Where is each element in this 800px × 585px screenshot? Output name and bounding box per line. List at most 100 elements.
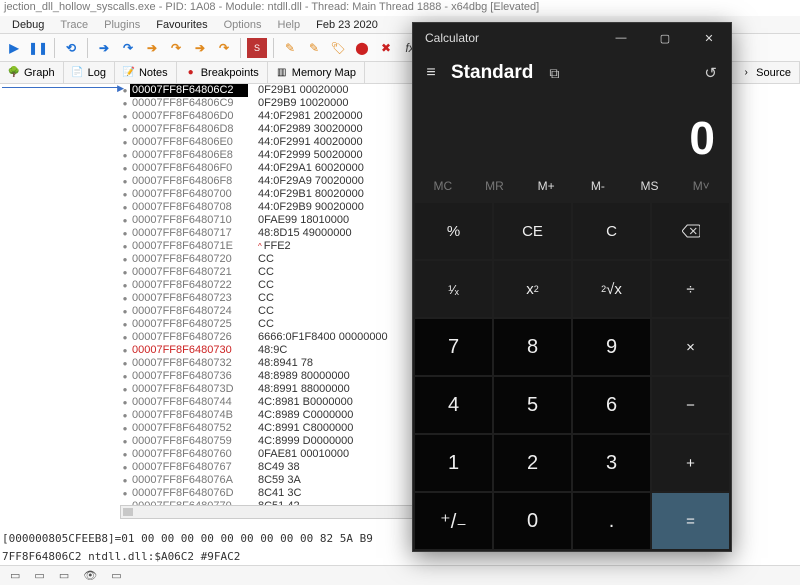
row-bullet-icon: ●	[120, 227, 130, 240]
run-icon[interactable]: ▶	[4, 38, 24, 58]
row-bytes: 8C59 3A	[248, 474, 301, 487]
calc-btn-5[interactable]: 5	[494, 377, 571, 433]
mem-ms[interactable]: MS	[624, 179, 676, 193]
history-icon[interactable]: ↺	[704, 64, 723, 82]
tab-source[interactable]: ›Source	[732, 62, 800, 83]
row-address: 00007FF8F6480744	[130, 396, 248, 409]
label-icon[interactable]: 🏷	[328, 38, 348, 58]
maximize-button[interactable]: ▢	[643, 23, 687, 53]
row-bullet-icon: ●	[120, 383, 130, 396]
calc-titlebar[interactable]: Calculator — ▢ ✕	[413, 23, 731, 53]
row-bullet-icon: ●	[120, 266, 130, 279]
row-bullet-icon: ●	[120, 396, 130, 409]
bottom-tab-2[interactable]: ▭	[30, 569, 48, 582]
row-bullet-icon: ●	[120, 240, 130, 253]
row-address: 00007FF8F6480710	[130, 214, 248, 227]
tree-icon: 🌳	[8, 67, 20, 79]
calc-btn-4[interactable]: 4	[415, 377, 492, 433]
calc-btn-÷[interactable]: ÷	[652, 261, 729, 317]
row-bytes: 44:0F29A1 60020000	[248, 162, 364, 175]
mem-m-[interactable]: M-	[572, 179, 624, 193]
menu-date: Feb 23 2020	[316, 19, 378, 31]
bottom-tab-3[interactable]: ▭	[55, 569, 73, 582]
hamburger-icon[interactable]: ≡	[421, 64, 441, 82]
row-bytes: CC	[248, 318, 274, 331]
calc-btn-7[interactable]: 7	[415, 319, 492, 375]
bottom-tab-5[interactable]: ▭	[107, 569, 125, 582]
calc-btn-2[interactable]: 2	[494, 435, 571, 491]
bottom-tab-watch[interactable]: 👁	[79, 569, 101, 582]
calc-btn-C[interactable]: C	[573, 203, 650, 259]
row-bytes: 4C:8989 C0000000	[248, 409, 353, 422]
calc-btn-−[interactable]: −	[652, 377, 729, 433]
row-bullet-icon: ●	[120, 448, 130, 461]
tab-log[interactable]: 📄Log	[64, 62, 115, 83]
row-address: 00007FF8F6480721	[130, 266, 248, 279]
bookmark-icon[interactable]: ⬤	[352, 38, 372, 58]
calculator-window: Calculator — ▢ ✕ ≡ Standard ⧉ ↺ 0 MCMRM+…	[412, 22, 732, 552]
row-bullet-icon: ●	[120, 292, 130, 305]
trace-over-icon[interactable]: ↷	[214, 38, 234, 58]
row-bytes: 48:8941 78	[248, 357, 313, 370]
pause-icon[interactable]: ❚❚	[28, 38, 48, 58]
calc-btn-+/-[interactable]: ⁺/₋	[415, 493, 492, 549]
row-bullet-icon: ●	[120, 461, 130, 474]
calc-btn-1/x[interactable]: ¹⁄ₓ	[415, 261, 492, 317]
calc-btn-%[interactable]: %	[415, 203, 492, 259]
tab-breakpoints[interactable]: ●Breakpoints	[177, 62, 268, 83]
trace-into-icon[interactable]: ➔	[190, 38, 210, 58]
menu-options[interactable]: Options	[216, 19, 270, 31]
calc-keypad: %CEC ¹⁄ₓx22√x÷ 789× 456− 123+ ⁺/₋0.=	[413, 201, 731, 551]
calc-btn-0[interactable]: 0	[494, 493, 571, 549]
calc-btn-6[interactable]: 6	[573, 377, 650, 433]
keep-on-top-icon[interactable]: ⧉	[549, 65, 559, 82]
calc-btn-=[interactable]: =	[652, 493, 729, 549]
close-button[interactable]: ✕	[687, 23, 731, 53]
calc-btn-2√x[interactable]: 2√x	[573, 261, 650, 317]
minimize-button[interactable]: —	[599, 23, 643, 53]
script-icon[interactable]: S	[247, 38, 267, 58]
row-bytes: 0F29B1 00020000	[248, 84, 349, 97]
tab-graph[interactable]: 🌳Graph	[0, 62, 64, 83]
tab-notes[interactable]: 📝Notes	[115, 62, 177, 83]
mem-mr: MR	[469, 179, 521, 193]
calc-btn-.[interactable]: .	[573, 493, 650, 549]
row-bytes: CC	[248, 266, 274, 279]
row-bullet-icon: ●	[120, 175, 130, 188]
row-bytes: ^FFE2	[248, 240, 291, 253]
h-scrollbar[interactable]	[120, 505, 420, 519]
calc-btn-9[interactable]: 9	[573, 319, 650, 375]
row-bullet-icon: ●	[120, 84, 130, 97]
calc-btn-CE[interactable]: CE	[494, 203, 571, 259]
restart-icon[interactable]: ⟲	[61, 38, 81, 58]
row-bytes: 48:8989 80000000	[248, 370, 350, 383]
status-line: 7FF8F64806C2 ntdll.dll:$A06C2 #9FAC2	[2, 550, 240, 563]
menu-trace[interactable]: Trace	[52, 19, 96, 31]
calc-btn-+[interactable]: +	[652, 435, 729, 491]
calc-btn-8[interactable]: 8	[494, 319, 571, 375]
row-bytes: 44:0F29B1 80020000	[248, 188, 364, 201]
tab-memorymap[interactable]: ▥Memory Map	[268, 62, 365, 83]
run-to-icon[interactable]: ↷	[166, 38, 186, 58]
mem-m+[interactable]: M+	[520, 179, 572, 193]
menu-favourites[interactable]: Favourites	[148, 19, 215, 31]
clear-icon[interactable]: ✖	[376, 38, 396, 58]
calc-btn-x2[interactable]: x2	[494, 261, 571, 317]
step-out-icon[interactable]: ➔	[142, 38, 162, 58]
comment-icon[interactable]: ✎	[304, 38, 324, 58]
row-address: 00007FF8F6480700	[130, 188, 248, 201]
patch-icon[interactable]: ✎	[280, 38, 300, 58]
menu-debug[interactable]: Debug	[4, 19, 52, 31]
row-bytes: 0F29B9 10020000	[248, 97, 349, 110]
calc-btn-×[interactable]: ×	[652, 319, 729, 375]
menu-help[interactable]: Help	[270, 19, 309, 31]
row-address: 00007FF8F6480720	[130, 253, 248, 266]
calc-btn-1[interactable]: 1	[415, 435, 492, 491]
bottom-tab-1[interactable]: ▭	[6, 569, 24, 582]
calc-btn-3[interactable]: 3	[573, 435, 650, 491]
calc-btn-⌫[interactable]	[652, 203, 729, 259]
step-into-icon[interactable]: ➔	[94, 38, 114, 58]
step-over-icon[interactable]: ↷	[118, 38, 138, 58]
menu-plugins[interactable]: Plugins	[96, 19, 148, 31]
row-address: 00007FF8F648073D	[130, 383, 248, 396]
